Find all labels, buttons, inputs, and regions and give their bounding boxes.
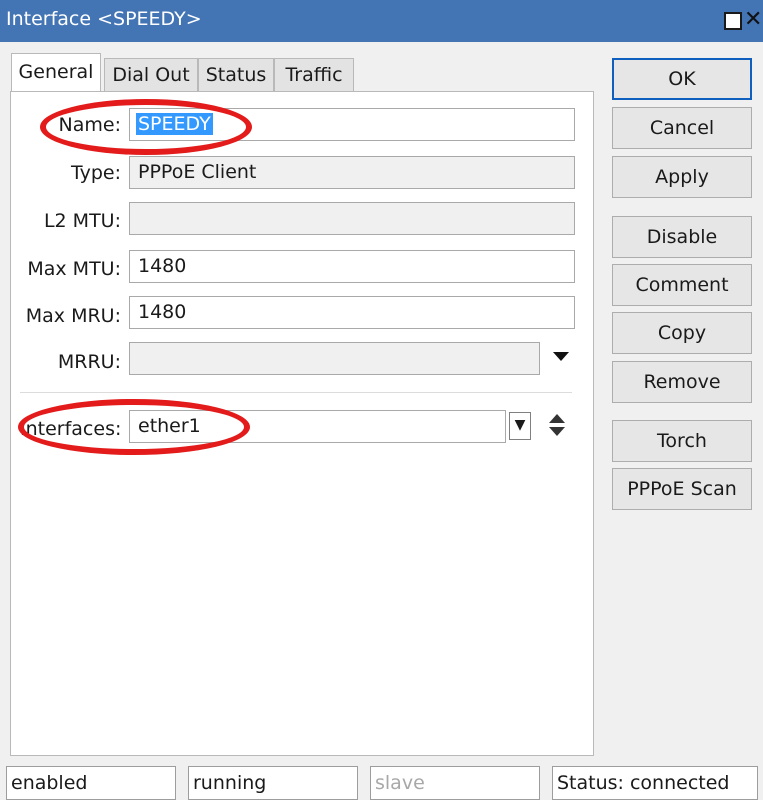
pppoe-scan-button[interactable]: PPPoE Scan xyxy=(612,468,752,510)
l2mtu-label: L2 MTU: xyxy=(43,210,121,232)
max-mru-label: Max MRU: xyxy=(25,305,121,327)
close-icon[interactable]: ✕ xyxy=(744,7,763,32)
status-running: running xyxy=(188,766,358,800)
window-title: Interface <SPEEDY> xyxy=(6,8,202,30)
apply-button[interactable]: Apply xyxy=(612,156,752,198)
annotation-ellipse-interfaces xyxy=(18,399,250,455)
title-bar[interactable]: Interface <SPEEDY> ✕ xyxy=(0,0,763,42)
status-slave: slave xyxy=(370,766,540,800)
mrru-label: MRRU: xyxy=(57,351,121,373)
type-field: PPPoE Client xyxy=(129,156,575,189)
max-mru-input[interactable]: 1480 xyxy=(129,296,575,329)
status-enabled: enabled xyxy=(6,766,176,800)
tab-dial-out[interactable]: Dial Out xyxy=(104,58,198,91)
disable-button[interactable]: Disable xyxy=(612,216,752,258)
tab-general[interactable]: General xyxy=(11,53,101,92)
remove-button[interactable]: Remove xyxy=(612,361,752,403)
torch-button[interactable]: Torch xyxy=(612,420,752,462)
dropdown-arrow-icon[interactable] xyxy=(553,352,569,361)
type-label: Type: xyxy=(70,162,121,184)
tab-status[interactable]: Status xyxy=(198,58,274,91)
maximize-icon[interactable] xyxy=(724,12,742,30)
ok-button[interactable]: OK xyxy=(612,58,752,100)
max-mtu-label: Max MTU: xyxy=(27,258,121,280)
separator xyxy=(20,392,572,393)
tab-traffic[interactable]: Traffic xyxy=(274,58,354,91)
mrru-field[interactable] xyxy=(129,342,540,375)
max-mtu-input[interactable]: 1480 xyxy=(129,250,575,283)
copy-button[interactable]: Copy xyxy=(612,312,752,354)
cancel-button[interactable]: Cancel xyxy=(612,107,752,149)
up-down-arrows-icon[interactable] xyxy=(549,414,565,438)
status-connected: Status: connected xyxy=(552,766,758,800)
annotation-ellipse-name xyxy=(40,99,252,155)
comment-button[interactable]: Comment xyxy=(612,264,752,306)
dropdown-button-icon[interactable]: ▼ xyxy=(509,412,531,440)
l2mtu-field xyxy=(129,202,575,235)
